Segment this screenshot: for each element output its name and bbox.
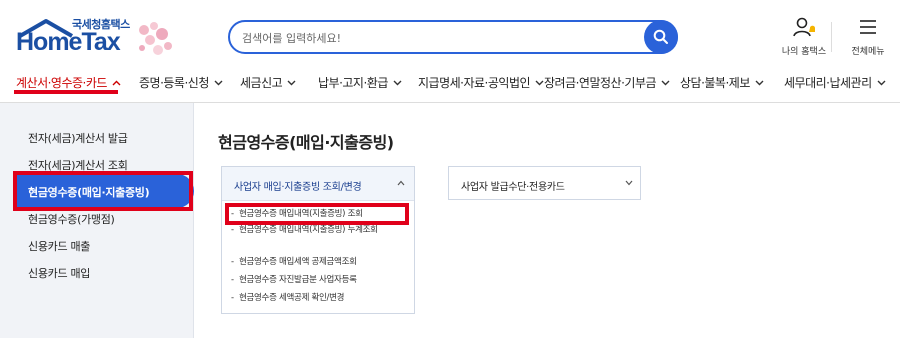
- search-input[interactable]: [242, 28, 642, 48]
- all-menu-label: 전체메뉴: [851, 47, 885, 57]
- user-bell-icon: [793, 17, 815, 37]
- chevron-down-icon: [287, 80, 296, 85]
- nav-item-label: 세금신고: [240, 76, 283, 90]
- my-hometax-label: 나의 홈택스: [781, 47, 827, 57]
- panel-purchase-inquiry: 사업자 매입·지출증빙 조회/변경 - 현금영수증 매입내역(지출증빙) 조회 -…: [221, 166, 415, 314]
- nav-item-certificates[interactable]: 증명·등록·신청: [139, 74, 223, 91]
- nav-item-label: 지급명세·자료·공익법인: [418, 76, 531, 90]
- search-button[interactable]: [644, 20, 678, 54]
- nav-item-tax-filing[interactable]: 세금신고: [240, 74, 296, 91]
- chevron-down-icon: [661, 80, 670, 85]
- chevron-down-icon: [755, 80, 764, 85]
- nav-item-label: 납부·고지·환급: [318, 76, 388, 90]
- search-box: [228, 20, 678, 54]
- nav-item-receipts-cards[interactable]: 계산서·영수증·카드: [16, 74, 121, 91]
- nav-item-label: 증명·등록·신청: [139, 76, 209, 90]
- cherry-blossom-icon: [139, 22, 172, 55]
- panel-title: 사업자 매입·지출증빙 조회/변경: [234, 182, 362, 193]
- page-title: 현금영수증(매입·지출증빙): [218, 133, 394, 152]
- panel-title: 사업자 발급수단·전용카드: [461, 182, 565, 193]
- main-nav: 계산서·영수증·카드 증명·등록·신청 세금신고 납부·고지·환급 지급명세·자…: [0, 66, 900, 102]
- search-icon: [653, 29, 668, 44]
- submenu-item-label: 현금영수증 매입내역(지출증빙) 누계조회: [239, 225, 378, 235]
- hometax-logo[interactable]: 국세청홈택스 HomeTax: [14, 14, 179, 60]
- sidebar-item-cash-receipt-merchant[interactable]: 현금영수증(가맹점): [28, 211, 115, 227]
- submenu-item-cumulative-inquiry[interactable]: - 현금영수증 매입내역(지출증빙) 누계조회: [231, 224, 413, 236]
- my-hometax-button[interactable]: 나의 홈택스: [774, 16, 834, 57]
- logo-title: HomeTax: [16, 28, 121, 56]
- chevron-up-icon: [397, 180, 405, 186]
- nav-item-payment-statements[interactable]: 지급명세·자료·공익법인: [418, 74, 544, 91]
- sidebar-item-credit-card-sales[interactable]: 신용카드 매출: [28, 238, 90, 254]
- nav-item-label: 세무대리·납세관리: [784, 76, 872, 90]
- submenu-item-deduction-confirm[interactable]: - 현금영수증 세액공제 확인/변경: [231, 292, 413, 304]
- nav-item-payment-refund[interactable]: 납부·고지·환급: [318, 74, 402, 91]
- chevron-up-icon: [112, 80, 121, 85]
- nav-item-consultation[interactable]: 상담·불복·제보: [680, 74, 764, 91]
- chevron-down-icon: [625, 180, 633, 186]
- chevron-down-icon: [214, 80, 223, 85]
- submenu-highlight-box: [225, 203, 409, 225]
- nav-item-label: 장려금·연말정산·기부금: [544, 76, 657, 90]
- sidebar-highlight-box: [13, 171, 193, 211]
- submenu-item-label: 현금영수증 자진발급분 사업자등록: [239, 275, 357, 285]
- header-divider: [831, 22, 832, 52]
- all-menu-button[interactable]: 전체메뉴: [838, 16, 898, 57]
- hamburger-menu-icon: [860, 20, 876, 34]
- nav-item-label: 계산서·영수증·카드: [16, 76, 107, 90]
- active-nav-indicator: [14, 90, 118, 94]
- header: 국세청홈택스 HomeTax 나의 홈택스: [0, 0, 900, 66]
- sidebar-item-credit-card-purchase[interactable]: 신용카드 매입: [28, 265, 90, 281]
- sidebar-item-e-invoice-issue[interactable]: 전자(세금)계산서 발급: [28, 130, 128, 146]
- chevron-down-icon: [393, 80, 402, 85]
- submenu-item-deduction-inquiry[interactable]: - 현금영수증 매입세액 공제금액조회: [231, 256, 413, 268]
- submenu-item-self-issued-registration[interactable]: - 현금영수증 자진발급분 사업자등록: [231, 274, 413, 286]
- chevron-down-icon: [877, 80, 886, 85]
- panel-issuance-cards[interactable]: 사업자 발급수단·전용카드: [448, 166, 641, 200]
- nav-item-tax-agent[interactable]: 세무대리·납세관리: [784, 74, 886, 91]
- submenu-item-label: 현금영수증 매입세액 공제금액조회: [239, 257, 357, 267]
- submenu-item-label: 현금영수증 세액공제 확인/변경: [239, 293, 345, 303]
- nav-item-label: 상담·불복·제보: [680, 76, 750, 90]
- panel-header[interactable]: 사업자 매입·지출증빙 조회/변경: [222, 167, 414, 201]
- chevron-down-icon: [535, 80, 544, 85]
- nav-item-incentives-yearend[interactable]: 장려금·연말정산·기부금: [544, 74, 670, 91]
